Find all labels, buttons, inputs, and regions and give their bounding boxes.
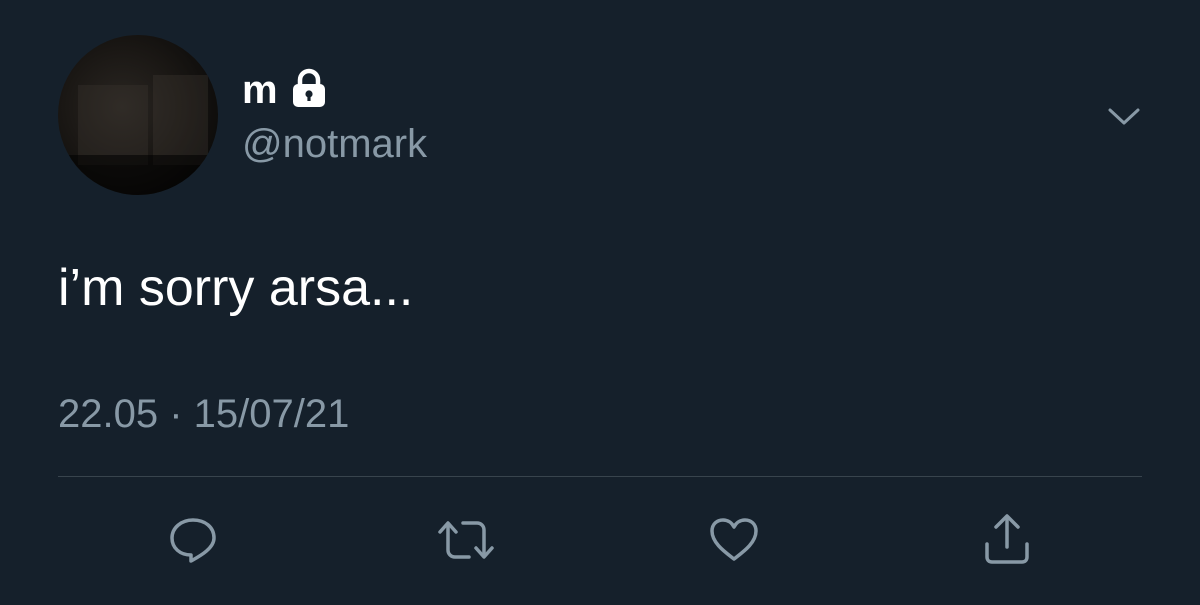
share-button[interactable] [977, 510, 1037, 570]
tweet-text: i’m sorry arsa... [58, 259, 414, 317]
user-handle[interactable]: @notmark [242, 120, 427, 168]
tweet-card: m @notmark i’m sorry arsa... 22.05 · 15/… [0, 0, 1200, 605]
divider [58, 476, 1142, 477]
tweet-timestamp[interactable]: 22.05 · 15/07/21 [58, 390, 349, 438]
retweet-icon [435, 512, 497, 568]
reply-button[interactable] [163, 510, 223, 570]
heart-icon [705, 512, 763, 568]
avatar[interactable] [58, 35, 218, 195]
display-name[interactable]: m [242, 68, 278, 112]
user-name-row[interactable]: m [242, 68, 330, 112]
retweet-button[interactable] [436, 510, 496, 570]
like-button[interactable] [704, 510, 764, 570]
share-icon [978, 511, 1036, 569]
comment-icon [165, 512, 221, 568]
lock-icon [288, 68, 330, 108]
chevron-down-icon[interactable] [1106, 100, 1142, 132]
